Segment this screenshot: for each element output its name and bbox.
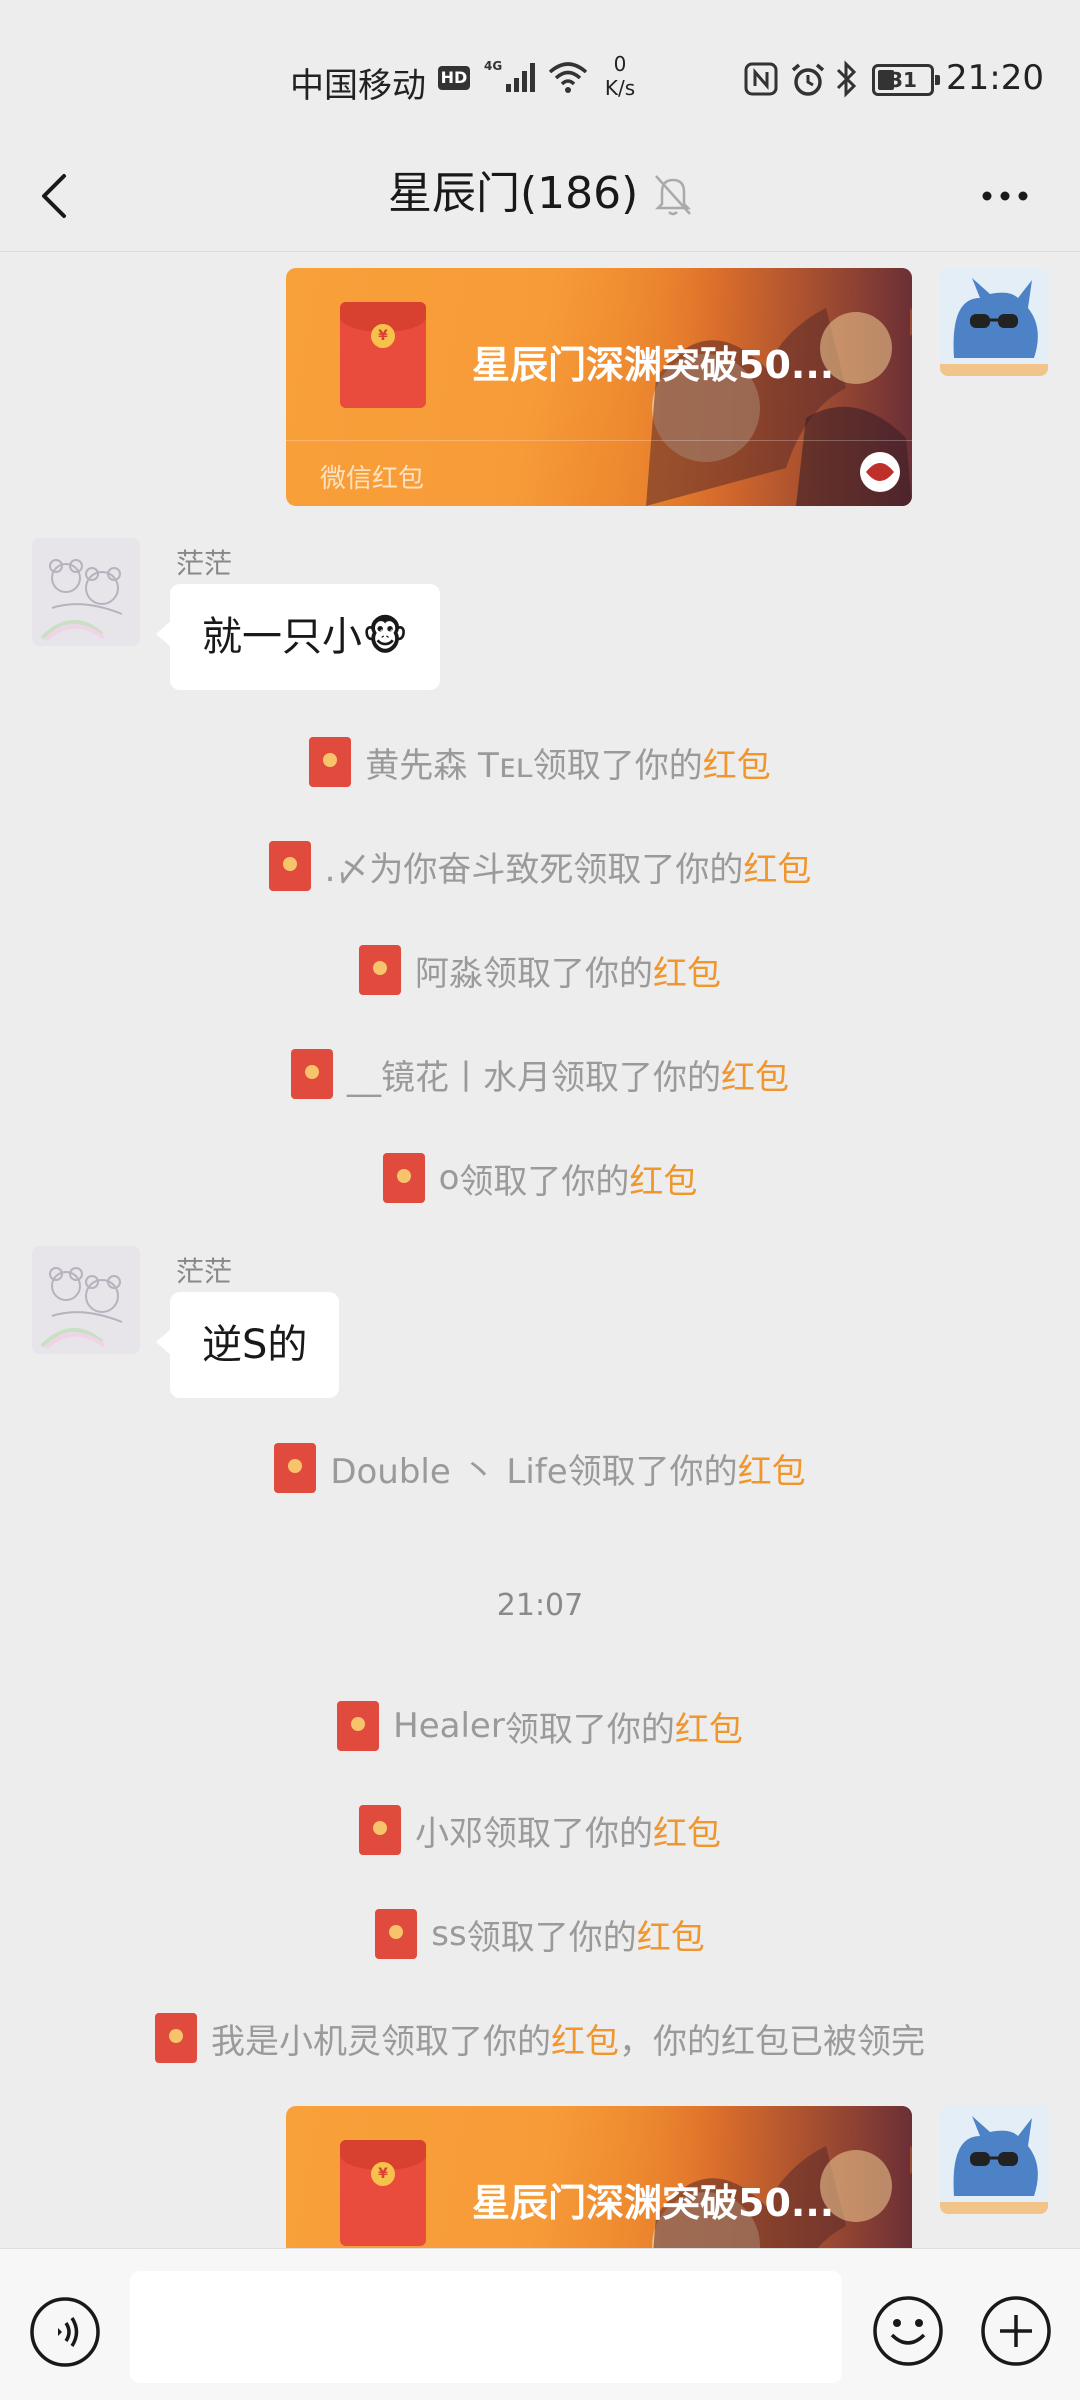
cat-avatar-icon — [940, 268, 1048, 376]
nfc-icon — [744, 62, 778, 96]
signal-icon: 4G — [484, 59, 535, 92]
red-envelope-icon — [155, 2013, 197, 2063]
system-notice: Healer 领取了你的 红包 — [0, 1696, 1080, 1756]
notice-user: 小邓 — [415, 1813, 483, 1854]
bear-avatar-icon — [32, 538, 140, 646]
bluetooth-icon — [836, 60, 857, 98]
system-notice: 我是小机灵 领取了你的 红包 ，你的红包已被领完 — [0, 2008, 1080, 2068]
avatar[interactable] — [32, 1246, 140, 1354]
message-bubble[interactable]: 就一只小🐵 — [155, 584, 441, 690]
notice-user: ss — [431, 1914, 467, 1954]
voice-icon[interactable] — [28, 2295, 102, 2369]
red-envelope-icon — [274, 1443, 317, 1493]
net-speed-unit: K/s — [604, 76, 636, 100]
net-speed-value: 0 — [613, 52, 627, 76]
red-envelope-icon — [268, 841, 311, 891]
wifi-icon — [548, 62, 588, 93]
notice-text: 领取了你的 — [567, 1451, 738, 1492]
notice-text: 领取了你的 — [459, 1161, 630, 1202]
red-packet-link[interactable]: 红包 — [721, 1050, 789, 1099]
red-packet-card[interactable]: ¥ 星辰门深渊突破50... — [286, 2106, 912, 2248]
notice-user: o — [438, 1158, 460, 1198]
plus-circle-icon[interactable] — [978, 2293, 1054, 2369]
red-packet-label: 微信红包 — [320, 464, 425, 494]
red-packet-link[interactable]: 红包 — [551, 2014, 619, 2063]
cat-avatar-icon — [940, 2106, 1048, 2214]
notice-user: Double 丶 Life — [330, 1451, 568, 1492]
chat-header: 星辰门(186) — [0, 140, 1080, 252]
message-input[interactable] — [130, 2271, 842, 2383]
system-notice: Double 丶 Life 领取了你的 红包 — [0, 1438, 1080, 1498]
red-envelope-icon — [309, 737, 352, 787]
system-notice: 阿淼 领取了你的 红包 — [0, 940, 1080, 1000]
notice-text: 领取了你的 — [532, 745, 703, 786]
message-list[interactable]: ¥ 星辰门深渊突破50... 微信红包 茫茫 就一只小🐵 黄先森 Tᴇʟ 领取了… — [0, 252, 1080, 2248]
notice-user: .〆为你奋斗致死 — [324, 849, 574, 890]
system-notice: .〆为你奋斗致死 领取了你的 红包 — [0, 836, 1080, 896]
notice-text: 领取了你的 — [573, 849, 744, 890]
notice-text: 领取了你的 — [483, 1813, 653, 1854]
notice-text: 领取了你的 — [483, 953, 653, 994]
red-packet-link[interactable]: 红包 — [653, 1806, 721, 1855]
avatar[interactable] — [940, 2106, 1048, 2214]
notice-text: 领取了你的 — [466, 1917, 637, 1958]
more-dots-icon[interactable] — [970, 168, 1040, 224]
notice-text: 领取了你的 — [504, 1709, 675, 1750]
red-packet-link[interactable]: 红包 — [629, 1154, 697, 1203]
red-envelope-icon — [359, 1805, 401, 1855]
carrier-label: 中国移动 — [290, 66, 426, 106]
red-envelope-icon — [375, 1909, 418, 1959]
timestamp: 21:07 — [496, 1588, 584, 1623]
red-packet-link[interactable]: 红包 — [675, 1702, 743, 1751]
red-envelope-icon: ¥ — [340, 2140, 426, 2246]
avatar[interactable] — [32, 538, 140, 646]
bell-off-icon — [654, 175, 692, 216]
system-notice: 黄先森 Tᴇʟ 领取了你的 红包 — [0, 732, 1080, 792]
red-packet-link[interactable]: 红包 — [738, 1444, 806, 1493]
smiley-icon[interactable] — [870, 2293, 946, 2369]
alarm-icon — [791, 63, 825, 96]
red-packet-title: 星辰门深渊突破50... — [472, 343, 835, 387]
net-speed: 0 K/s — [600, 52, 640, 100]
clock: 21:20 — [946, 58, 1044, 98]
battery-indicator: 31 — [872, 64, 940, 96]
red-envelope-icon — [359, 945, 401, 995]
system-notice: __镜花丨水月 领取了你的 红包 — [0, 1044, 1080, 1104]
chevron-left-icon[interactable] — [28, 164, 88, 228]
sender-name: 茫茫 — [176, 1255, 233, 1288]
battery-level: 31 — [889, 68, 917, 92]
red-envelope-icon — [337, 1701, 380, 1751]
notice-user: 黄先森 Tᴇʟ — [365, 745, 533, 786]
chat-title: 星辰门(186) — [388, 168, 639, 219]
bear-avatar-icon — [32, 1246, 140, 1354]
red-envelope-icon: ¥ — [340, 302, 426, 408]
notice-user: __镜花丨水月 — [347, 1057, 551, 1098]
red-envelope-icon — [291, 1049, 333, 1099]
system-notice: 小邓 领取了你的 红包 — [0, 1800, 1080, 1860]
sender-name: 茫茫 — [176, 547, 233, 580]
message-bubble[interactable]: 逆S的 — [155, 1292, 340, 1398]
notice-user: Healer — [393, 1706, 505, 1746]
notice-text: 领取了你的 — [381, 2021, 551, 2062]
network-label: 4G — [484, 59, 502, 73]
input-bar — [0, 2248, 1080, 2400]
system-notice: o 领取了你的 红包 — [0, 1148, 1080, 1208]
red-packet-link[interactable]: 红包 — [637, 1910, 705, 1959]
red-packet-link[interactable]: 红包 — [743, 842, 811, 891]
notice-text: 领取了你的 — [551, 1057, 721, 1098]
red-packet-card[interactable]: ¥ 星辰门深渊突破50... 微信红包 — [286, 268, 912, 506]
status-bar: 中国移动 HD 4G 0 K/s 31 21:20 — [0, 0, 1080, 140]
red-packet-link[interactable]: 红包 — [703, 738, 771, 787]
notice-user: 我是小机灵 — [211, 2021, 381, 2062]
notice-suffix: ，你的红包已被领完 — [619, 2021, 925, 2062]
red-envelope-icon — [382, 1153, 425, 1203]
notice-user: 阿淼 — [415, 953, 483, 994]
avatar[interactable] — [940, 268, 1048, 376]
system-notice: ss 领取了你的 红包 — [0, 1904, 1080, 1964]
red-packet-title: 星辰门深渊突破50... — [472, 2181, 835, 2225]
hd-badge: HD — [438, 66, 470, 90]
red-packet-link[interactable]: 红包 — [653, 946, 721, 995]
